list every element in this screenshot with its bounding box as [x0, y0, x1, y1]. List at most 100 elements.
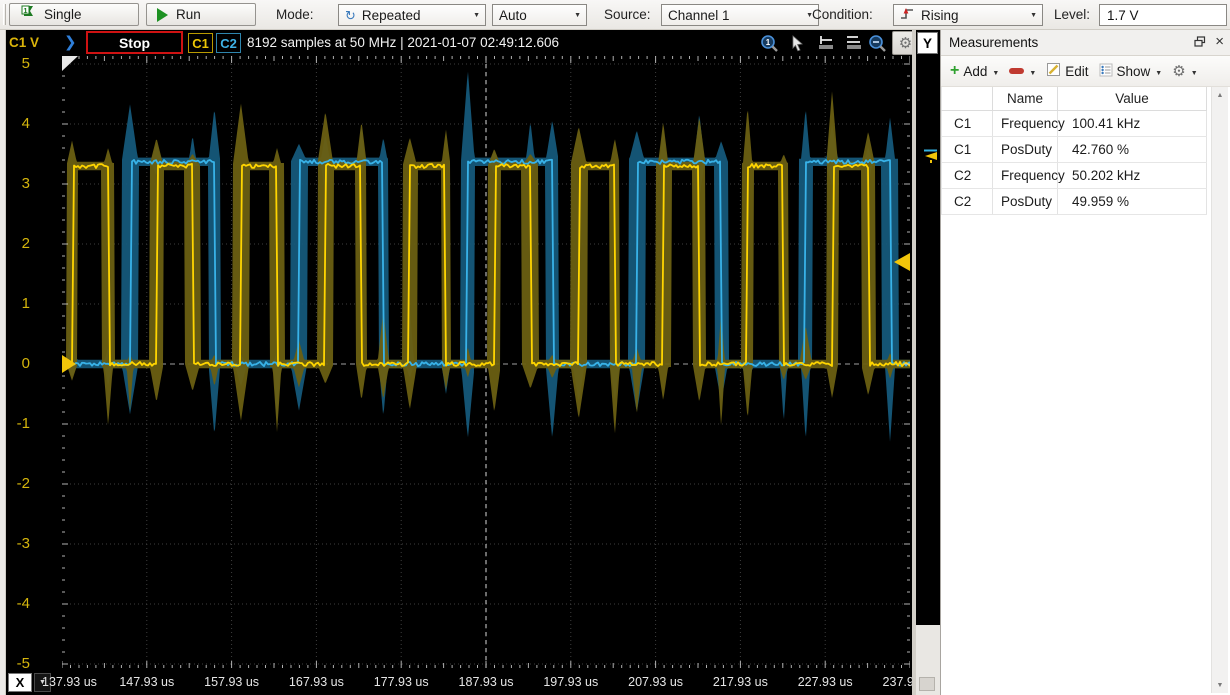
corner-grip[interactable] [919, 677, 935, 691]
measurement-channel: C1 [941, 111, 993, 136]
x-tick-label: 177.93 us [373, 675, 429, 689]
x-tick-label: 147.93 us [119, 675, 175, 689]
offscale-channel-marker[interactable] [918, 148, 938, 164]
show-measurement-button[interactable]: Show ▼ [1096, 61, 1166, 82]
y-tick-label: -4 [16, 595, 30, 612]
measurements-table: Name Value C1 Frequency 100.41 kHz C1 PosDut… [941, 87, 1207, 215]
caret-down-icon: ▼ [1155, 69, 1163, 77]
condition-select[interactable]: Rising ▼ [893, 4, 1043, 26]
svg-text:1: 1 [23, 6, 27, 15]
mode-label: Mode: [276, 7, 314, 22]
y-tick-label: -2 [16, 475, 30, 492]
level-input[interactable] [1099, 4, 1227, 26]
edit-button-label: Edit [1065, 63, 1089, 79]
y-cursors-icon[interactable] [841, 32, 866, 54]
measurement-row[interactable]: C2 PosDuty 49.959 % [941, 189, 1207, 215]
waveform-plot[interactable] [61, 56, 911, 671]
nav-chevron-icon[interactable]: ❯ [64, 33, 77, 51]
tab-c1-label: C1 [192, 35, 209, 51]
run-play-icon [157, 7, 168, 22]
y-axis-button-label: Y [922, 35, 932, 51]
scroll-up-icon[interactable]: ▲ [1212, 87, 1228, 103]
y-tick-label: 5 [21, 55, 30, 72]
single-button[interactable]: 1 Single [9, 3, 139, 26]
float-window-icon[interactable] [1194, 36, 1206, 48]
x-axis-button[interactable]: X [8, 673, 32, 692]
measurements-header: Measurements × [941, 30, 1230, 56]
caret-down-icon: ▼ [574, 12, 581, 19]
measurement-row[interactable]: C1 Frequency 100.41 kHz [941, 111, 1207, 137]
measurement-row[interactable]: C1 PosDuty 42.760 % [941, 137, 1207, 163]
rising-edge-icon [900, 7, 915, 24]
plus-icon: + [950, 62, 960, 79]
scope-header-bar: C1 V ❯ Stop C1 C2 8192 samples at 50 MHz… [6, 30, 919, 56]
tab-c2[interactable]: C2 [216, 33, 241, 53]
level-label: Level: [1054, 7, 1091, 22]
channel-column-header [941, 87, 993, 110]
measurement-row[interactable]: C2 Frequency 50.202 kHz [941, 163, 1207, 189]
measurements-settings-button[interactable]: ⚙ ▼ [1169, 62, 1200, 81]
measurement-name: Frequency [993, 163, 1065, 188]
list-icon [1099, 63, 1113, 80]
single-button-label: Single [44, 7, 82, 22]
add-measurement-button[interactable]: + Add ▼ [947, 62, 1002, 81]
measurement-channel: C1 [941, 137, 993, 162]
x-tick-label: 217.93 us [712, 675, 768, 689]
x-cursors-icon[interactable] [813, 32, 838, 54]
source-select-value: Channel 1 [668, 7, 730, 23]
run-button[interactable]: Run [146, 3, 256, 26]
acquisition-status-text: 8192 samples at 50 MHz | 2021-01-07 02:4… [247, 35, 559, 50]
mode-select[interactable]: ↻ Repeated ▼ [338, 4, 486, 26]
zoom-fit-icon[interactable] [865, 32, 890, 54]
tab-c1[interactable]: C1 [188, 33, 213, 53]
gear-icon: ⚙ [1172, 62, 1186, 80]
zoom-region-icon[interactable]: 1 [757, 32, 782, 54]
trigger-toolbar: 1 Single Run Mode: ↻ Repeated ▼ Auto ▼ S… [0, 0, 1230, 30]
x-tick-label: 237.93 us [882, 675, 912, 689]
pointer-tool-icon[interactable] [785, 32, 810, 54]
single-flag-icon: 1 [20, 5, 36, 24]
measurements-title: Measurements [949, 35, 1039, 50]
mode-select-value: Repeated [361, 7, 421, 23]
x-axis-bar: X ▼ 137.93 us 147.93 us 157.93 us 167.93 us… [6, 671, 912, 695]
stop-button-label: Stop [118, 34, 151, 51]
y-tick-label: 3 [21, 175, 30, 192]
show-button-label: Show [1116, 63, 1151, 79]
stop-button[interactable]: Stop [86, 31, 183, 54]
caret-down-icon: ▼ [473, 12, 480, 19]
y-axis-channel-label[interactable]: C1 V [9, 35, 39, 50]
edit-measurement-button[interactable]: Edit [1043, 60, 1091, 82]
toolbar-grip[interactable] [3, 4, 6, 25]
add-button-label: Add [963, 63, 988, 79]
measurement-channel: C2 [941, 189, 993, 214]
x-tick-label: 197.93 us [543, 675, 599, 689]
y-scroll-column: Y [916, 30, 940, 695]
trigger-mode-select[interactable]: Auto ▼ [492, 4, 587, 26]
measurement-value: 100.41 kHz [1058, 111, 1207, 136]
x-tick-label: 187.93 us [458, 675, 514, 689]
x-tick-label: 137.93 us [42, 675, 97, 689]
measurement-name: PosDuty [993, 137, 1058, 162]
name-column-header: Name [993, 87, 1058, 110]
caret-down-icon: ▼ [1190, 69, 1198, 77]
scroll-down-icon[interactable]: ▼ [1212, 677, 1228, 693]
y-axis-button[interactable]: Y [917, 32, 938, 54]
trigger-mode-value: Auto [499, 7, 527, 23]
scroll-corner [916, 625, 940, 695]
y-tick-label: 2 [21, 235, 30, 252]
measurement-channel: C2 [941, 163, 993, 188]
caret-down-icon: ▼ [1029, 69, 1037, 77]
remove-measurement-button[interactable]: ▼ [1006, 64, 1039, 79]
y-tick-label: 1 [21, 295, 30, 312]
close-icon[interactable]: × [1215, 33, 1224, 51]
y-tick-label: 4 [21, 115, 30, 132]
x-tick-label: 157.93 us [204, 675, 260, 689]
gear-icon: ⚙ [898, 34, 913, 52]
x-tick-label: 167.93 us [288, 675, 344, 689]
measurements-scrollbar[interactable]: ▲ ▼ [1211, 87, 1228, 693]
source-select[interactable]: Channel 1 ▼ [661, 4, 819, 26]
waveforms-scope-window: 1 Single Run Mode: ↻ Repeated ▼ Auto ▼ S… [0, 0, 1230, 695]
x-tick-label: 227.93 us [797, 675, 853, 689]
measurement-value: 49.959 % [1058, 189, 1207, 214]
source-label: Source: [604, 7, 651, 22]
